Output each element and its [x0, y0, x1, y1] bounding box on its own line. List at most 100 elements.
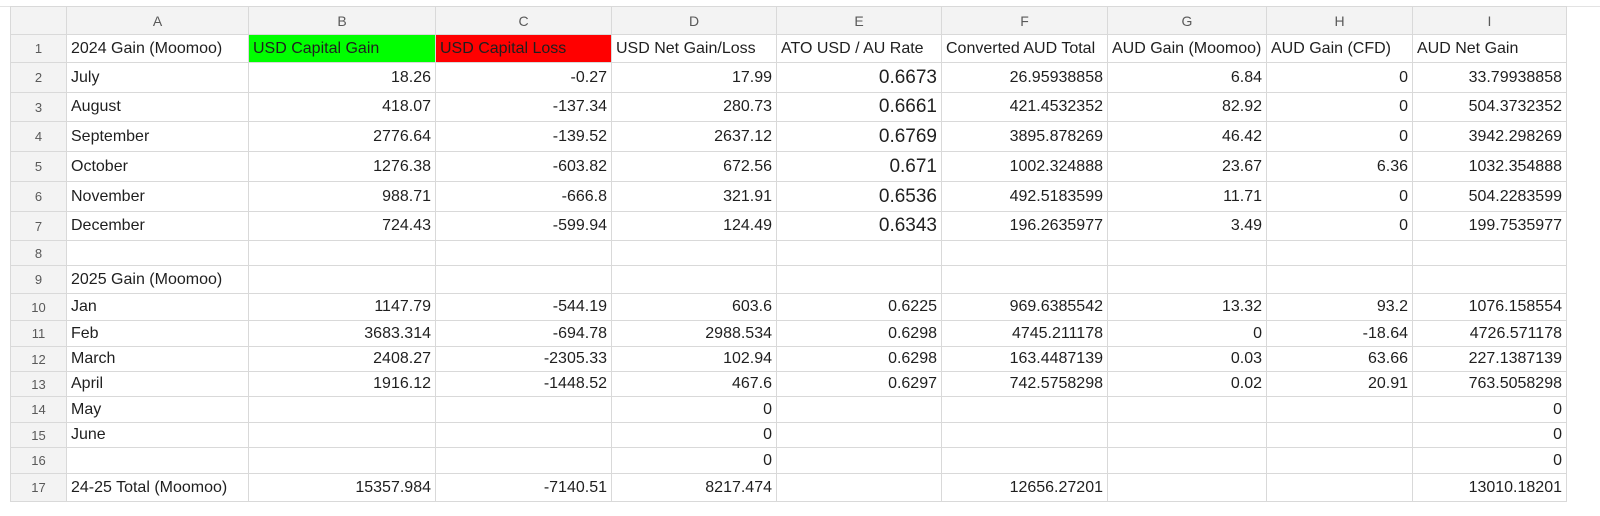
cell-g11[interactable]: 0 [1107, 320, 1267, 347]
row-header[interactable]: 1 [10, 34, 67, 63]
cell-i2[interactable]: 33.79938858 [1412, 62, 1567, 93]
cell-i9[interactable] [1412, 265, 1567, 294]
cell-b8[interactable] [248, 240, 436, 266]
cell-c5[interactable]: -603.82 [435, 151, 612, 182]
cell-e14[interactable] [776, 396, 942, 423]
cell-b4[interactable]: 2776.64 [248, 121, 436, 152]
cell-i3[interactable]: 504.3732352 [1412, 92, 1567, 122]
row-header[interactable]: 8 [10, 240, 67, 266]
cell-f11[interactable]: 4745.211178 [941, 320, 1108, 347]
cell-i13[interactable]: 763.5058298 [1412, 371, 1567, 397]
select-all-corner[interactable] [10, 6, 67, 35]
cell-d17[interactable]: 8217.474 [611, 473, 777, 502]
cell-b6[interactable]: 988.71 [248, 181, 436, 212]
cell-f1[interactable]: Converted AUD Total [941, 34, 1108, 63]
cell-e7[interactable]: 0.6343 [776, 211, 942, 241]
cell-a6[interactable]: November [66, 181, 249, 212]
row-header[interactable]: 10 [10, 293, 67, 321]
cell-f3[interactable]: 421.4532352 [941, 92, 1108, 122]
cell-c15[interactable] [435, 422, 612, 448]
cell-d1[interactable]: USD Net Gain/Loss [611, 34, 777, 63]
cell-h7[interactable]: 0 [1266, 211, 1413, 241]
cell-g16[interactable] [1107, 447, 1267, 474]
cell-c3[interactable]: -137.34 [435, 92, 612, 122]
cell-d13[interactable]: 467.6 [611, 371, 777, 397]
cell-g13[interactable]: 0.02 [1107, 371, 1267, 397]
cell-g2[interactable]: 6.84 [1107, 62, 1267, 93]
cell-e2[interactable]: 0.6673 [776, 62, 942, 93]
cell-g7[interactable]: 3.49 [1107, 211, 1267, 241]
cell-g14[interactable] [1107, 396, 1267, 423]
cell-h12[interactable]: 63.66 [1266, 346, 1413, 372]
cell-e9[interactable] [776, 265, 942, 294]
cell-e17[interactable] [776, 473, 942, 502]
cell-h15[interactable] [1266, 422, 1413, 448]
row-header[interactable]: 15 [10, 422, 67, 448]
cell-e4[interactable]: 0.6769 [776, 121, 942, 152]
cell-h6[interactable]: 0 [1266, 181, 1413, 212]
cell-f16[interactable] [941, 447, 1108, 474]
cell-f14[interactable] [941, 396, 1108, 423]
cell-h11[interactable]: -18.64 [1266, 320, 1413, 347]
cell-i12[interactable]: 227.1387139 [1412, 346, 1567, 372]
cell-a14[interactable]: May [66, 396, 249, 423]
cell-e12[interactable]: 0.6298 [776, 346, 942, 372]
cell-d15[interactable]: 0 [611, 422, 777, 448]
cell-b2[interactable]: 18.26 [248, 62, 436, 93]
cell-f12[interactable]: 163.4487139 [941, 346, 1108, 372]
cell-i7[interactable]: 199.7535977 [1412, 211, 1567, 241]
cell-b10[interactable]: 1147.79 [248, 293, 436, 321]
row-header[interactable]: 5 [10, 151, 67, 182]
row-header[interactable]: 4 [10, 121, 67, 152]
cell-g6[interactable]: 11.71 [1107, 181, 1267, 212]
column-header-d[interactable]: D [611, 6, 777, 35]
row-header[interactable]: 13 [10, 371, 67, 397]
cell-f6[interactable]: 492.5183599 [941, 181, 1108, 212]
row-header[interactable]: 2 [10, 62, 67, 93]
cell-f8[interactable] [941, 240, 1108, 266]
cell-a13[interactable]: April [66, 371, 249, 397]
column-header-f[interactable]: F [941, 6, 1108, 35]
cell-b1[interactable]: USD Capital Gain [248, 34, 436, 63]
column-header-i[interactable]: I [1412, 6, 1567, 35]
cell-g10[interactable]: 13.32 [1107, 293, 1267, 321]
cell-b3[interactable]: 418.07 [248, 92, 436, 122]
cell-b17[interactable]: 15357.984 [248, 473, 436, 502]
cell-c14[interactable] [435, 396, 612, 423]
row-header[interactable]: 17 [10, 473, 67, 502]
cell-a15[interactable]: June [66, 422, 249, 448]
cell-c9[interactable] [435, 265, 612, 294]
cell-h16[interactable] [1266, 447, 1413, 474]
cell-f7[interactable]: 196.2635977 [941, 211, 1108, 241]
row-header[interactable]: 12 [10, 346, 67, 372]
cell-i11[interactable]: 4726.571178 [1412, 320, 1567, 347]
cell-g1[interactable]: AUD Gain (Moomoo) [1107, 34, 1267, 63]
column-header-e[interactable]: E [776, 6, 942, 35]
cell-i15[interactable]: 0 [1412, 422, 1567, 448]
column-header-a[interactable]: A [66, 6, 249, 35]
cell-f5[interactable]: 1002.324888 [941, 151, 1108, 182]
cell-g9[interactable] [1107, 265, 1267, 294]
row-header[interactable]: 6 [10, 181, 67, 212]
cell-a10[interactable]: Jan [66, 293, 249, 321]
cell-h1[interactable]: AUD Gain (CFD) [1266, 34, 1413, 63]
cell-h14[interactable] [1266, 396, 1413, 423]
cell-h10[interactable]: 93.2 [1266, 293, 1413, 321]
cell-d3[interactable]: 280.73 [611, 92, 777, 122]
cell-d4[interactable]: 2637.12 [611, 121, 777, 152]
cell-a4[interactable]: September [66, 121, 249, 152]
cell-g3[interactable]: 82.92 [1107, 92, 1267, 122]
column-header-h[interactable]: H [1266, 6, 1413, 35]
cell-e11[interactable]: 0.6298 [776, 320, 942, 347]
cell-d10[interactable]: 603.6 [611, 293, 777, 321]
cell-g12[interactable]: 0.03 [1107, 346, 1267, 372]
cell-e1[interactable]: ATO USD / AU Rate [776, 34, 942, 63]
cell-i6[interactable]: 504.2283599 [1412, 181, 1567, 212]
row-header[interactable]: 14 [10, 396, 67, 423]
cell-g5[interactable]: 23.67 [1107, 151, 1267, 182]
row-header[interactable]: 11 [10, 320, 67, 347]
cell-e15[interactable] [776, 422, 942, 448]
cell-i10[interactable]: 1076.158554 [1412, 293, 1567, 321]
cell-c7[interactable]: -599.94 [435, 211, 612, 241]
cell-c11[interactable]: -694.78 [435, 320, 612, 347]
